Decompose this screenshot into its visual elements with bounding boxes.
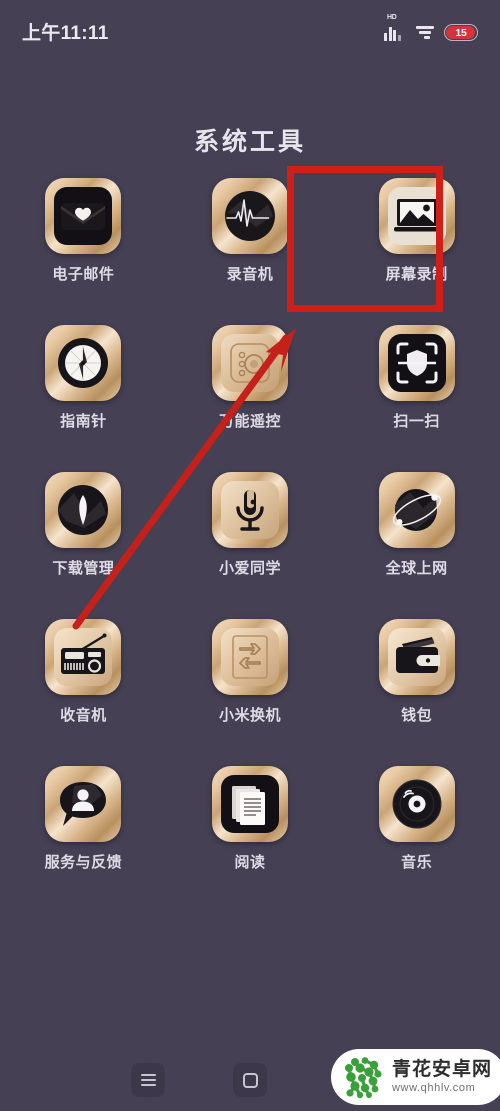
- watermark-site-url: www.qhhlv.com: [391, 1082, 476, 1094]
- app-item-email[interactable]: 电子邮件: [0, 178, 167, 284]
- app-item-download-manager[interactable]: 下载管理: [0, 472, 167, 578]
- app-label: 屏幕录制: [385, 266, 448, 283]
- qinghua-molecule-logo-icon: [344, 1057, 382, 1099]
- screen-record-monitor-icon: [378, 178, 455, 254]
- signal-bars: [384, 26, 401, 41]
- app-label: 指南针: [60, 413, 107, 430]
- app-label: 小米换机: [218, 707, 281, 724]
- app-item-compass[interactable]: 指南针: [0, 325, 167, 431]
- menu-hamburger-icon[interactable]: [131, 1063, 165, 1097]
- scan-shield-icon: [378, 325, 455, 401]
- service-feedback-person-icon: [45, 766, 122, 842]
- reading-documents-icon: [211, 766, 288, 842]
- app-item-service-feedback[interactable]: 服务与反馈: [0, 766, 167, 872]
- app-item-screen-record[interactable]: 屏幕录制: [333, 178, 500, 284]
- app-item-reading[interactable]: 阅读: [167, 766, 334, 872]
- app-label: 电子邮件: [52, 266, 115, 283]
- app-item-scan[interactable]: 扫一扫: [333, 325, 500, 431]
- status-bar-icons: HD 15: [384, 14, 478, 41]
- app-label: 音乐: [401, 854, 433, 871]
- app-label: 小爱同学: [218, 560, 281, 577]
- app-label: 全球上网: [385, 560, 448, 577]
- app-label: 收音机: [60, 707, 107, 724]
- app-label: 扫一扫: [393, 413, 440, 430]
- global-internet-planet-icon: [378, 472, 455, 548]
- signal-bars-hd-icon: HD: [384, 14, 406, 41]
- status-bar: 上午11:11 HD 15: [0, 0, 500, 62]
- app-label: 下载管理: [52, 560, 115, 577]
- wallet-icon: [378, 619, 455, 695]
- music-vinyl-record-icon: [378, 766, 455, 842]
- xiaoai-microphone-icon: [211, 472, 288, 548]
- app-label: 钱包: [401, 707, 433, 724]
- site-watermark: 青花安卓网 www.qhhlv.com: [330, 1049, 500, 1105]
- download-manager-icon: [45, 472, 122, 548]
- app-item-global-internet[interactable]: 全球上网: [333, 472, 500, 578]
- app-item-music[interactable]: 音乐: [333, 766, 500, 872]
- app-label: 录音机: [226, 266, 274, 283]
- page-title: 系统工具: [193, 128, 306, 156]
- app-item-radio[interactable]: 收音机: [0, 619, 167, 725]
- watermark-text: 青花安卓网 www.qhhlv.com: [392, 1060, 492, 1094]
- hd-label: HD: [387, 14, 397, 21]
- app-label: 万能遥控: [218, 413, 281, 430]
- universal-remote-icon: [211, 325, 288, 401]
- app-item-mi-mover[interactable]: 小米换机: [167, 619, 334, 725]
- app-grid: 电子邮件 录音机 屏幕录制 指南针 万能遥控 扫一扫 下载管理 小爱同学 全球上…: [0, 178, 500, 872]
- app-item-wallet[interactable]: 钱包: [333, 619, 500, 725]
- menu-lines: [140, 1072, 156, 1089]
- app-item-universal-remote[interactable]: 万能遥控: [167, 325, 334, 431]
- status-bar-clock: 上午11:11: [22, 22, 109, 44]
- home-square-icon[interactable]: [233, 1063, 267, 1097]
- app-item-xiaoai[interactable]: 小爱同学: [167, 472, 334, 578]
- app-label: 服务与反馈: [44, 854, 123, 871]
- wifi-signal-icon: [415, 25, 435, 41]
- email-envelope-heart-icon: [45, 178, 122, 254]
- app-label: 阅读: [234, 854, 266, 871]
- navigation-bar: 青花安卓网 www.qhhlv.com: [0, 1049, 500, 1111]
- battery-level-label: 15: [455, 26, 467, 39]
- home-square: [242, 1072, 258, 1088]
- mi-mover-swap-icon: [211, 619, 288, 695]
- radio-icon: [45, 619, 122, 695]
- watermark-site-name: 青花安卓网: [391, 1059, 492, 1080]
- compass-icon: [45, 325, 122, 401]
- battery-icon: 15: [444, 24, 478, 41]
- voice-recorder-waveform-icon: [211, 178, 288, 254]
- app-item-recorder[interactable]: 录音机: [167, 178, 334, 284]
